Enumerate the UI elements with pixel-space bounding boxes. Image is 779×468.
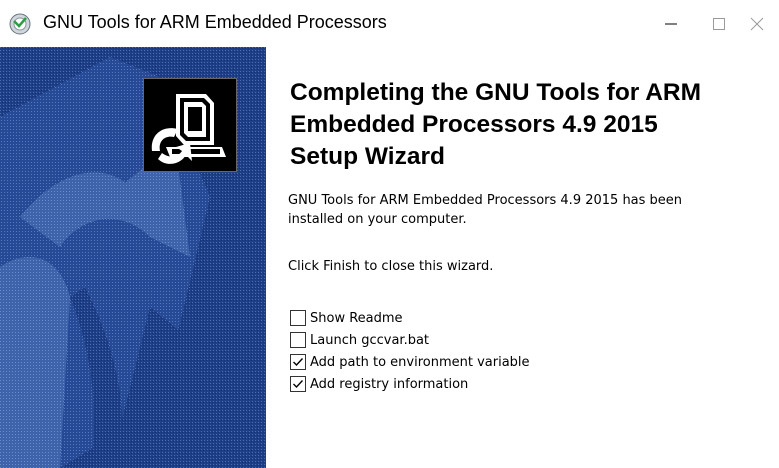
installer-window: GNU Tools for ARM Embedded Processors Co…: [0, 0, 779, 468]
heading-line: Setup Wizard: [290, 143, 445, 170]
option-show-readme[interactable]: Show Readme: [290, 307, 530, 329]
minimize-icon: [664, 23, 677, 24]
add-registry-checkbox[interactable]: [290, 376, 306, 392]
message-line: GNU Tools for ARM Embedded Processors 4.…: [288, 193, 683, 208]
add-path-checkbox[interactable]: [290, 354, 306, 370]
option-add-path[interactable]: Add path to environment variable: [290, 351, 530, 373]
launch-gccvar-checkbox[interactable]: [290, 332, 306, 348]
wizard-banner: [0, 47, 266, 468]
computer-install-icon: [143, 78, 237, 172]
options-list: Show Readme Launch gccvar.bat Add path t…: [290, 307, 530, 395]
show-readme-checkbox[interactable]: [290, 310, 306, 326]
install-complete-message: GNU Tools for ARM Embedded Processors 4.…: [288, 191, 682, 229]
checkmark-icon: [293, 380, 304, 389]
title-bar[interactable]: GNU Tools for ARM Embedded Processors: [0, 0, 779, 47]
message-line: installed on your computer.: [288, 212, 467, 227]
window-title: GNU Tools for ARM Embedded Processors: [43, 12, 387, 32]
checkmark-icon: [293, 358, 304, 367]
heading-line: Completing the GNU Tools for ARM: [290, 79, 702, 106]
option-label[interactable]: Show Readme: [310, 311, 403, 326]
option-label[interactable]: Add path to environment variable: [310, 355, 530, 370]
minimize-button[interactable]: [648, 0, 693, 47]
option-add-registry[interactable]: Add registry information: [290, 373, 530, 395]
close-icon: [750, 17, 763, 30]
wizard-heading: Completing the GNU Tools for ARM Embedde…: [290, 77, 770, 173]
option-launch-gccvar[interactable]: Launch gccvar.bat: [290, 329, 530, 351]
close-button[interactable]: [734, 0, 779, 47]
option-label[interactable]: Add registry information: [310, 377, 468, 392]
finish-hint: Click Finish to close this wizard.: [288, 259, 494, 274]
heading-line: Embedded Processors 4.9 2015: [290, 111, 658, 138]
maximize-icon: [712, 17, 725, 30]
installer-app-icon: [9, 13, 31, 35]
option-label[interactable]: Launch gccvar.bat: [310, 333, 429, 348]
wizard-content: Completing the GNU Tools for ARM Embedde…: [266, 47, 779, 468]
